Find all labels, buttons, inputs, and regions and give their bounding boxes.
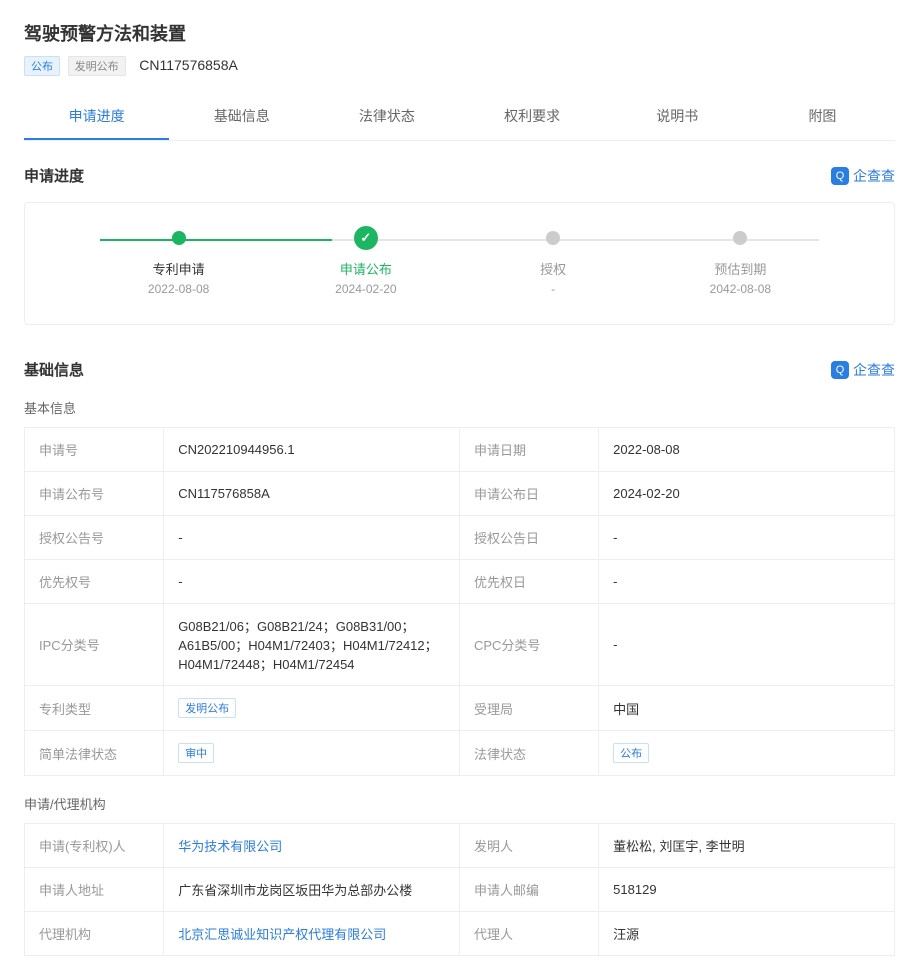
table-row: 申请人地址广东省深圳市龙岗区坂田华为总部办公楼申请人邮编518129 bbox=[25, 868, 895, 912]
timeline-date: - bbox=[460, 282, 647, 296]
value-link[interactable]: 北京汇思诚业知识产权代理有限公司 bbox=[178, 927, 386, 942]
value-tag[interactable]: 审中 bbox=[178, 743, 214, 763]
value-tag[interactable]: 公布 bbox=[613, 743, 649, 763]
field-value: 518129 bbox=[599, 868, 895, 912]
timeline-step: 专利申请 2022-08-08 bbox=[85, 231, 272, 296]
field-label: 申请公布日 bbox=[459, 472, 598, 516]
field-label: 优先权号 bbox=[25, 560, 164, 604]
field-value: - bbox=[164, 560, 460, 604]
field-value: 北京汇思诚业知识产权代理有限公司 bbox=[164, 912, 460, 956]
section-basic-title: 基础信息 bbox=[24, 359, 84, 380]
field-value: G08B21/06；G08B21/24；G08B31/00；A61B5/00；H… bbox=[164, 604, 460, 686]
timeline-label: 预估到期 bbox=[647, 259, 834, 278]
table-row: 简单法律状态审中 法律状态公布 bbox=[25, 731, 895, 776]
timeline: 专利申请 2022-08-08申请公布 2024-02-20授权 -预估到期 2042-… bbox=[85, 231, 834, 296]
table-row: 专利类型发明公布 受理局中国 bbox=[25, 686, 895, 731]
field-value: 中国 bbox=[599, 686, 895, 731]
field-label: 法律状态 bbox=[459, 731, 598, 776]
field-label: 申请人邮编 bbox=[459, 868, 598, 912]
brand-badge[interactable]: Q 企查查 bbox=[831, 360, 895, 380]
field-label: 申请号 bbox=[25, 428, 164, 472]
tab-0[interactable]: 申请进度 bbox=[24, 94, 169, 140]
field-value: 广东省深圳市龙岗区坂田华为总部办公楼 bbox=[164, 868, 460, 912]
field-value: 董松松, 刘匡宇, 李世明 bbox=[599, 824, 895, 868]
value-tag[interactable]: 发明公布 bbox=[178, 698, 236, 718]
table-row: 优先权号-优先权日- bbox=[25, 560, 895, 604]
field-label: 简单法律状态 bbox=[25, 731, 164, 776]
field-value: 2022-08-08 bbox=[599, 428, 895, 472]
status-badge: 公布 bbox=[24, 56, 60, 76]
field-value: 公布 bbox=[599, 731, 895, 776]
timeline-label: 授权 bbox=[460, 259, 647, 278]
timeline-date: 2024-02-20 bbox=[272, 282, 459, 296]
table-row: 代理机构北京汇思诚业知识产权代理有限公司 代理人汪源 bbox=[25, 912, 895, 956]
applicant-info-table: 申请(专利权)人华为技术有限公司发明人董松松, 刘匡宇, 李世明申请人地址广东省… bbox=[24, 823, 895, 956]
tab-4[interactable]: 说明书 bbox=[605, 94, 750, 140]
tab-2[interactable]: 法律状态 bbox=[314, 94, 459, 140]
brand-icon: Q bbox=[831, 167, 849, 185]
timeline-date: 2022-08-08 bbox=[85, 282, 272, 296]
timeline-box: 专利申请 2022-08-08申请公布 2024-02-20授权 -预估到期 2042-… bbox=[24, 202, 895, 325]
field-value: 审中 bbox=[164, 731, 460, 776]
timeline-label: 申请公布 bbox=[272, 259, 459, 278]
table-row: 申请公布号CN117576858A申请公布日2024-02-20 bbox=[25, 472, 895, 516]
field-value: - bbox=[599, 516, 895, 560]
field-label: 申请日期 bbox=[459, 428, 598, 472]
field-value: 发明公布 bbox=[164, 686, 460, 731]
field-label: 申请公布号 bbox=[25, 472, 164, 516]
timeline-dot bbox=[172, 231, 186, 245]
field-label: 专利类型 bbox=[25, 686, 164, 731]
timeline-step: 预估到期 2042-08-08 bbox=[647, 231, 834, 296]
table-row: 申请(专利权)人华为技术有限公司 发明人董松松, 刘匡宇, 李世明 bbox=[25, 824, 895, 868]
field-label: 授权公告日 bbox=[459, 516, 598, 560]
field-label: 申请(专利权)人 bbox=[25, 824, 164, 868]
section-progress-title: 申请进度 bbox=[24, 165, 84, 186]
field-value: 汪源 bbox=[599, 912, 895, 956]
type-badge: 发明公布 bbox=[68, 56, 126, 76]
tab-1[interactable]: 基础信息 bbox=[169, 94, 314, 140]
timeline-dot bbox=[546, 231, 560, 245]
applicant-sub-title: 申请/代理机构 bbox=[24, 794, 895, 813]
field-label: 受理局 bbox=[459, 686, 598, 731]
brand-icon: Q bbox=[831, 361, 849, 379]
field-label: 发明人 bbox=[459, 824, 598, 868]
field-label: 优先权日 bbox=[459, 560, 598, 604]
tab-3[interactable]: 权利要求 bbox=[460, 94, 605, 140]
tabs: 申请进度基础信息法律状态权利要求说明书附图 bbox=[24, 94, 895, 141]
timeline-dot bbox=[354, 226, 378, 250]
field-value: CN117576858A bbox=[164, 472, 460, 516]
field-value: - bbox=[599, 560, 895, 604]
basic-info-table: 申请号CN202210944956.1申请日期2022-08-08申请公布号CN… bbox=[24, 427, 895, 776]
timeline-step: 申请公布 2024-02-20 bbox=[272, 231, 459, 296]
timeline-date: 2042-08-08 bbox=[647, 282, 834, 296]
field-label: 代理机构 bbox=[25, 912, 164, 956]
field-value: 2024-02-20 bbox=[599, 472, 895, 516]
table-row: 授权公告号-授权公告日- bbox=[25, 516, 895, 560]
timeline-label: 专利申请 bbox=[85, 259, 272, 278]
table-row: IPC分类号G08B21/06；G08B21/24；G08B31/00；A61B… bbox=[25, 604, 895, 686]
field-value: 华为技术有限公司 bbox=[164, 824, 460, 868]
value-link[interactable]: 华为技术有限公司 bbox=[178, 839, 282, 854]
field-value: - bbox=[164, 516, 460, 560]
brand-text: 企查查 bbox=[853, 360, 895, 380]
timeline-step: 授权 - bbox=[460, 231, 647, 296]
field-label: 申请人地址 bbox=[25, 868, 164, 912]
basic-sub-title: 基本信息 bbox=[24, 398, 895, 417]
field-value: - bbox=[599, 604, 895, 686]
field-label: 代理人 bbox=[459, 912, 598, 956]
header-badges: 公布 发明公布 CN117576858A bbox=[24, 56, 895, 76]
table-row: 申请号CN202210944956.1申请日期2022-08-08 bbox=[25, 428, 895, 472]
field-label: CPC分类号 bbox=[459, 604, 598, 686]
brand-text: 企查查 bbox=[853, 166, 895, 186]
tab-5[interactable]: 附图 bbox=[750, 94, 895, 140]
field-value: CN202210944956.1 bbox=[164, 428, 460, 472]
brand-badge[interactable]: Q 企查查 bbox=[831, 166, 895, 186]
field-label: IPC分类号 bbox=[25, 604, 164, 686]
field-label: 授权公告号 bbox=[25, 516, 164, 560]
timeline-dot bbox=[733, 231, 747, 245]
page-title: 驾驶预警方法和装置 bbox=[24, 20, 895, 46]
patent-number: CN117576858A bbox=[139, 57, 238, 73]
